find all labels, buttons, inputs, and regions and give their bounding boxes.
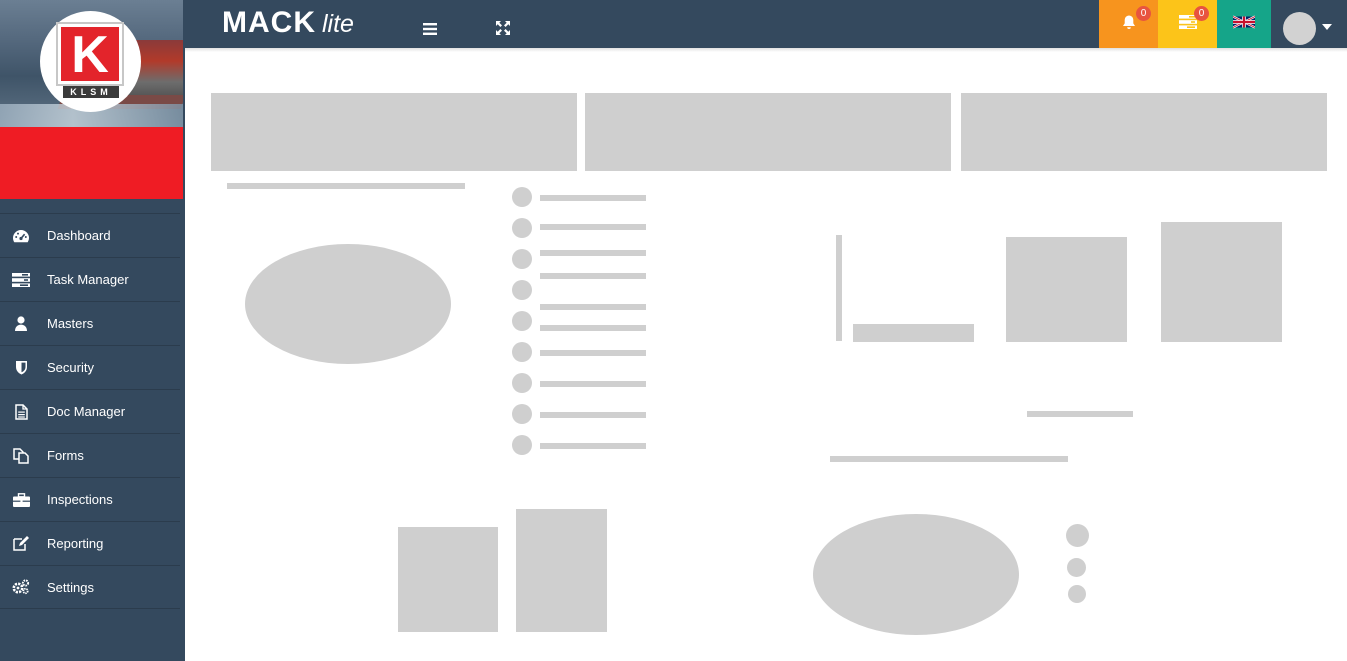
sidebar-item-label: Forms: [47, 448, 84, 463]
legend-dot-placeholder: [512, 218, 532, 238]
sidebar-item-security[interactable]: Security: [0, 345, 180, 389]
legend-label-placeholder: [540, 273, 646, 279]
legend-label-placeholder: [540, 443, 646, 449]
company-logo-text: KLSM: [63, 86, 119, 98]
app-name-suffix: lite: [322, 10, 354, 38]
sidebar-item-label: Dashboard: [47, 228, 111, 243]
language-selector[interactable]: [1217, 0, 1271, 48]
tasks-icon: [1178, 14, 1197, 34]
legend-dot-placeholder: [512, 249, 532, 269]
legend-label-placeholder: [540, 195, 646, 201]
edit-icon: [11, 536, 31, 552]
top-navbar: MACK lite 0 0: [185, 0, 1347, 48]
chart-label-placeholder: [1027, 411, 1133, 417]
sidebar-item-label: Reporting: [47, 536, 104, 551]
summary-card-placeholder: [211, 93, 577, 171]
bell-icon: [1121, 14, 1137, 35]
sidebar-item-task-manager[interactable]: Task Manager: [0, 257, 180, 301]
sidebar-menu: Dashboard Task Manager Masters Security …: [0, 213, 180, 609]
sidebar: K KLSM Dashboard Task Manager Masters Se: [0, 0, 185, 661]
topbar-shadow: [185, 48, 1347, 52]
pie-chart-placeholder: [245, 244, 451, 364]
company-logo-letter: K: [58, 24, 122, 84]
app-name: MACK: [222, 6, 316, 39]
chart-axis-placeholder: [836, 235, 842, 341]
legend-dot-placeholder: [512, 404, 532, 424]
speedometer-icon: [11, 228, 31, 244]
brand-red-banner: [0, 127, 183, 199]
bar-placeholder: [398, 527, 498, 632]
sidebar-item-masters[interactable]: Masters: [0, 301, 180, 345]
sidebar-item-forms[interactable]: Forms: [0, 433, 180, 477]
chart-title-placeholder: [227, 183, 465, 189]
app-logo[interactable]: MACK lite: [222, 6, 354, 42]
uk-flag-icon: [1232, 15, 1256, 34]
legend-label-placeholder: [540, 350, 646, 356]
hamburger-menu-icon[interactable]: [423, 22, 439, 36]
sidebar-item-settings[interactable]: Settings: [0, 565, 180, 609]
bar-placeholder: [1006, 237, 1127, 342]
sidebar-item-label: Task Manager: [47, 272, 129, 287]
sidebar-item-reporting[interactable]: Reporting: [0, 521, 180, 565]
legend-dot-placeholder: [512, 311, 532, 331]
sidebar-item-label: Settings: [47, 579, 94, 595]
legend-label-placeholder: [540, 412, 646, 418]
copy-icon: [11, 447, 31, 464]
legend-dot-placeholder: [512, 435, 532, 455]
legend-dot-placeholder: [1068, 585, 1086, 603]
sidebar-item-label: Masters: [47, 316, 94, 331]
legend-label-placeholder: [540, 250, 646, 256]
notifications-button[interactable]: 0: [1099, 0, 1158, 48]
sidebar-item-doc-manager[interactable]: Doc Manager: [0, 389, 180, 433]
shield-icon: [11, 360, 31, 376]
briefcase-icon: [11, 492, 31, 508]
sidebar-item-label: Inspections: [47, 492, 113, 507]
legend-label-placeholder: [540, 381, 646, 387]
legend-dot-placeholder: [512, 342, 532, 362]
sidebar-item-inspections[interactable]: Inspections: [0, 477, 180, 521]
bar-placeholder: [853, 324, 974, 342]
legend-label-placeholder: [540, 304, 646, 310]
legend-dot-placeholder: [1066, 524, 1089, 547]
legend-dot-placeholder: [1067, 558, 1086, 577]
document-icon: [11, 403, 31, 420]
messages-button[interactable]: 0: [1158, 0, 1217, 48]
notifications-count-badge: 0: [1136, 6, 1151, 21]
chart-title-placeholder: [830, 456, 1068, 462]
sidebar-item-dashboard[interactable]: Dashboard: [0, 213, 180, 257]
tasks-icon: [11, 272, 31, 288]
summary-card-placeholder: [585, 93, 951, 171]
legend-dot-placeholder: [512, 280, 532, 300]
user-avatar[interactable]: [1283, 12, 1316, 45]
legend-dot-placeholder: [512, 187, 532, 207]
bar-placeholder: [516, 509, 607, 632]
sidebar-item-label: Security: [47, 360, 94, 375]
chevron-down-icon[interactable]: [1322, 24, 1332, 30]
legend-label-placeholder: [540, 325, 646, 331]
legend-label-placeholder: [540, 224, 646, 230]
bar-placeholder: [1161, 222, 1282, 342]
gears-icon: [11, 579, 31, 595]
pie-chart-placeholder: [813, 514, 1019, 635]
sidebar-item-label: Doc Manager: [47, 404, 126, 419]
fullscreen-icon[interactable]: [496, 21, 512, 37]
user-icon: [11, 316, 31, 332]
messages-count-badge: 0: [1194, 6, 1209, 21]
legend-dot-placeholder: [512, 373, 532, 393]
summary-card-placeholder: [961, 93, 1327, 171]
